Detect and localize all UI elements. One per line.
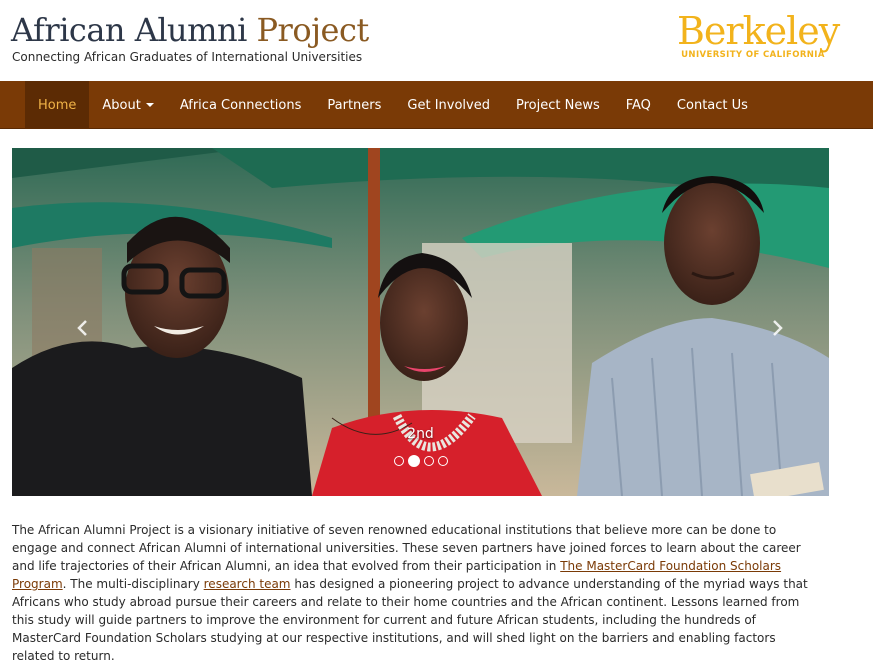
berkeley-logo-name: Berkeley (677, 9, 840, 53)
nav-item-faq[interactable]: FAQ (613, 81, 664, 129)
berkeley-logo-subtitle: UNIVERSITY OF CALIFORNIA (681, 50, 825, 60)
carousel-indicator-3[interactable] (423, 456, 434, 466)
site-title-part2: Project (256, 11, 370, 49)
nav-item-about[interactable]: About (89, 81, 166, 129)
nav-item-africa-connections[interactable]: Africa Connections (167, 81, 315, 129)
nav-item-label: About (102, 97, 141, 113)
chevron-right-icon (773, 320, 783, 336)
carousel-indicators (12, 455, 829, 467)
carousel-indicator-1[interactable] (393, 456, 404, 466)
site-tagline: Connecting African Graduates of Internat… (12, 50, 363, 64)
carousel-slide-image (12, 148, 829, 496)
chevron-left-icon (77, 320, 87, 336)
caret-down-icon (145, 103, 154, 107)
hero-carousel[interactable]: 2nd (12, 148, 829, 496)
intro-text-2: . The multi-disciplinary (62, 577, 204, 591)
intro-paragraph: The African Alumni Project is a visionar… (12, 521, 812, 665)
nav-item-label: Partners (327, 97, 382, 113)
berkeley-logo[interactable]: Berkeley UNIVERSITY OF CALIFORNIA (677, 9, 840, 60)
site-title-part1: African Alumni (11, 11, 247, 49)
nav-item-project-news[interactable]: Project News (503, 81, 613, 129)
research-team-link[interactable]: research team (204, 577, 291, 591)
carousel-next-button[interactable] (768, 318, 788, 338)
main-nav: Home About Africa Connections Partners G… (0, 81, 873, 129)
nav-item-get-involved[interactable]: Get Involved (394, 81, 503, 129)
nav-item-home[interactable]: Home (25, 81, 90, 129)
carousel-prev-button[interactable] (72, 318, 92, 338)
site-title[interactable]: African Alumni Project (11, 10, 369, 50)
nav-item-partners[interactable]: Partners (314, 81, 394, 129)
nav-item-contact-us[interactable]: Contact Us (664, 81, 761, 129)
site-header: African Alumni Project Connecting Africa… (0, 0, 873, 81)
nav-item-label: Contact Us (676, 97, 748, 113)
carousel-indicator-2[interactable] (407, 455, 420, 467)
carousel-caption: 2nd (407, 426, 434, 442)
nav-item-label: Africa Connections (179, 97, 302, 113)
carousel-indicator-4[interactable] (437, 456, 448, 466)
nav-item-label: Project News (515, 97, 600, 113)
nav-item-label: Get Involved (407, 97, 490, 113)
nav-item-label: FAQ (625, 97, 651, 113)
nav-item-label: Home (38, 97, 77, 113)
